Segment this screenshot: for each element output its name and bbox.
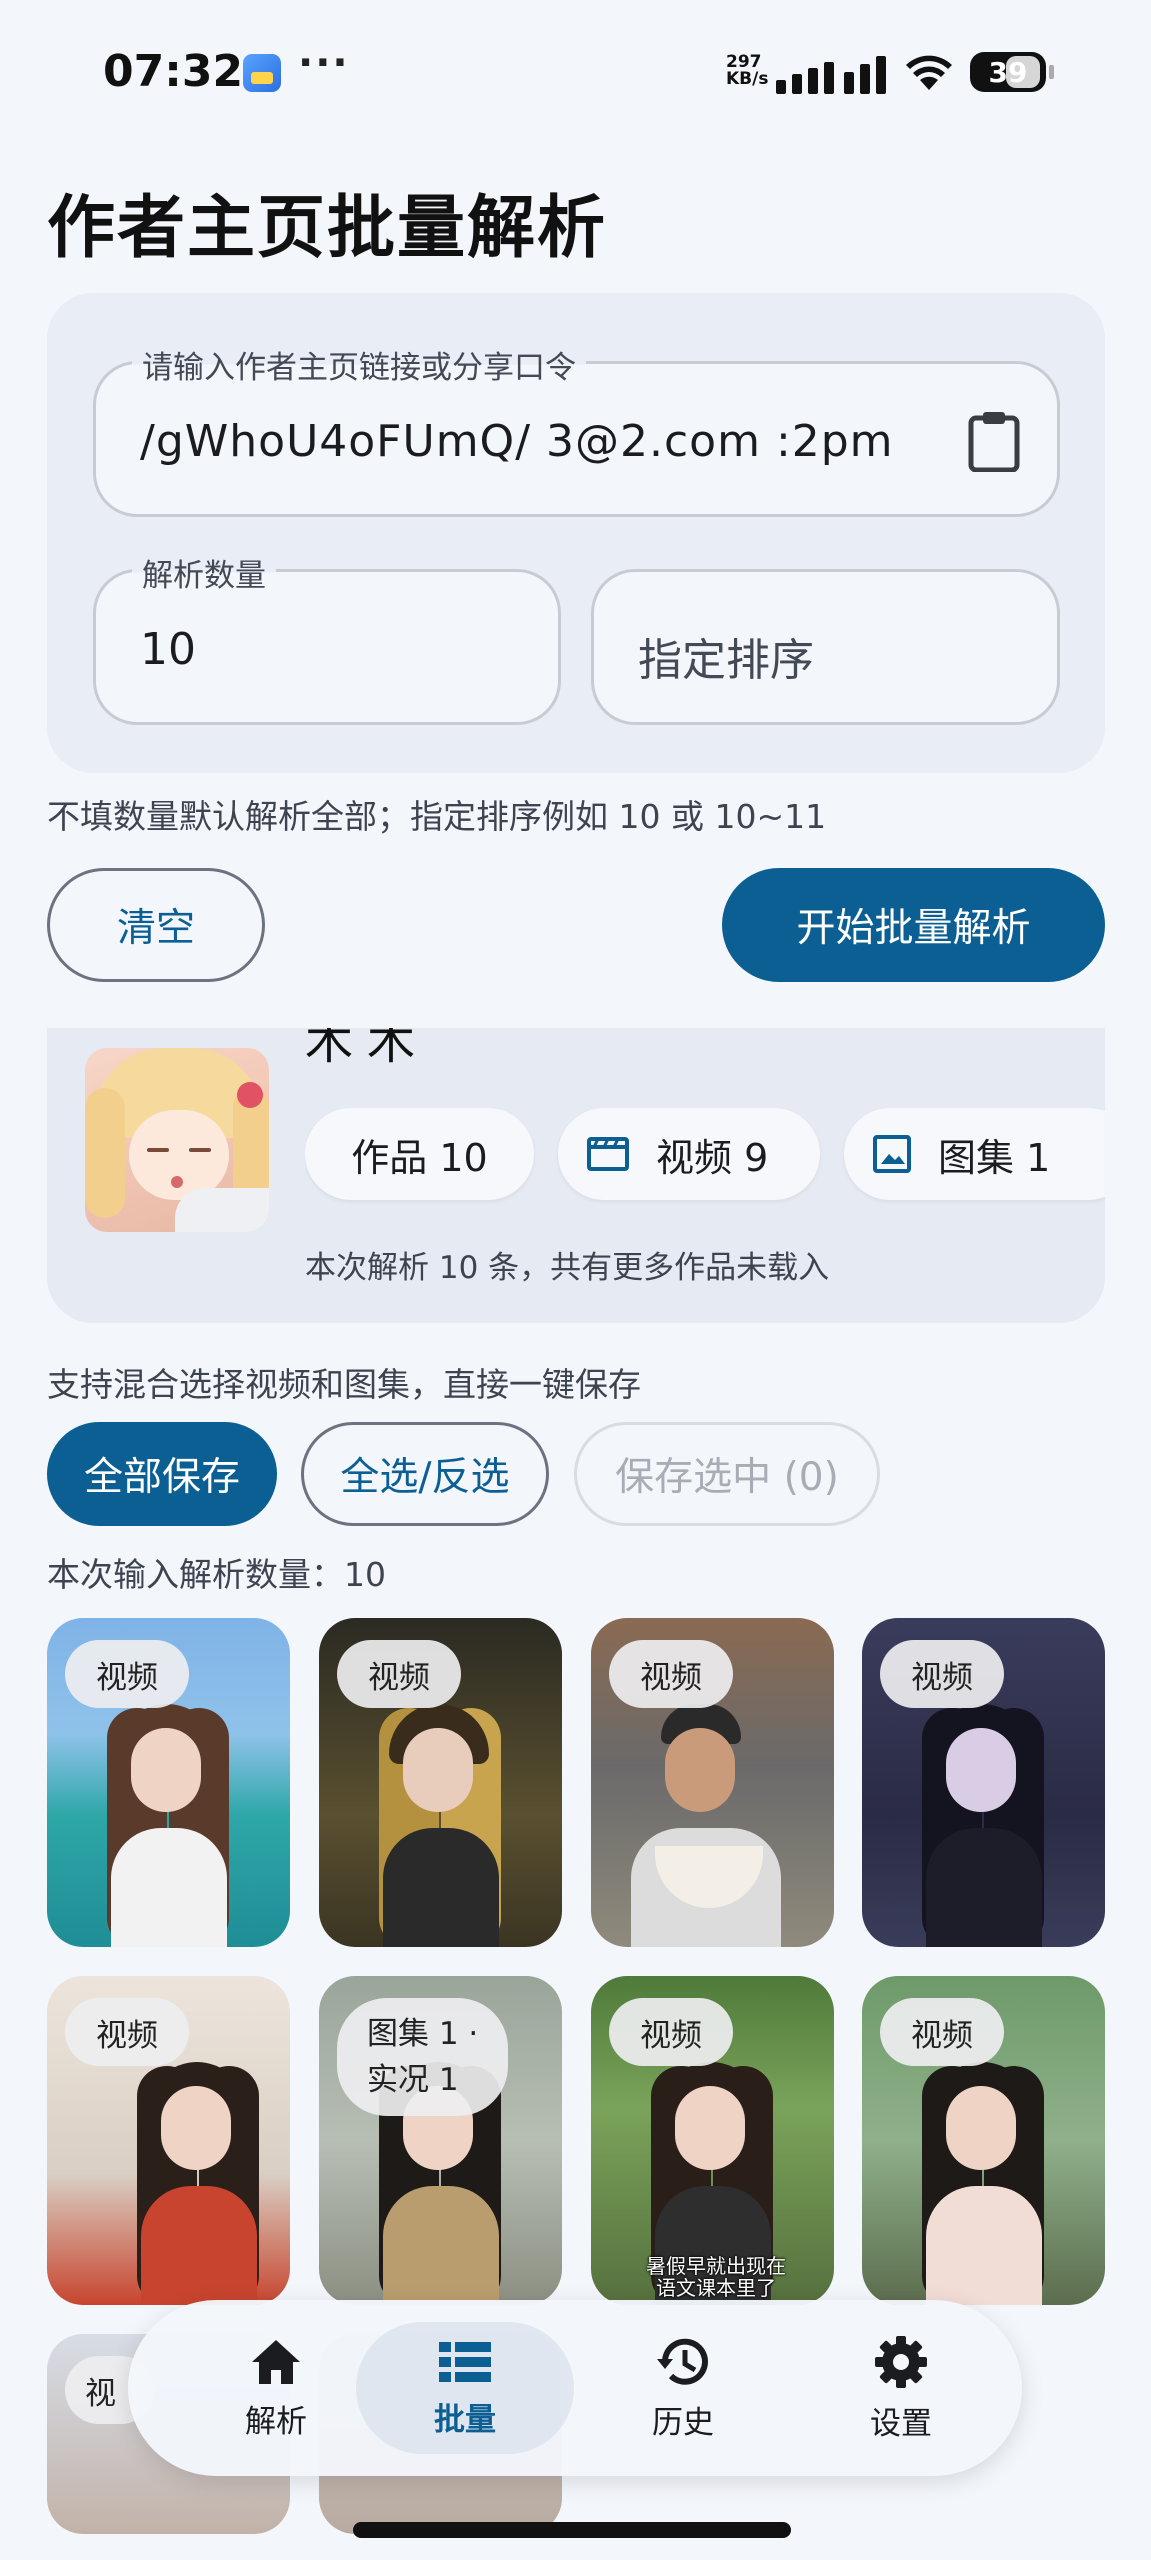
media-tile[interactable]: 视频: [47, 1618, 290, 1947]
parse-count-text: 本次输入解析数量：10: [47, 1555, 386, 1594]
videos-count-chip[interactable]: 视频 9: [558, 1108, 820, 1200]
media-tile[interactable]: 视频: [862, 1618, 1105, 1947]
media-tile[interactable]: 视频: [591, 1618, 834, 1947]
video-caption-line: 暑假早就出现在: [646, 2254, 786, 2278]
link-input-value[interactable]: /gWhoU4oFUmQ/ 3@2.com :2pm: [140, 416, 894, 467]
clipboard-paste-icon[interactable]: [967, 410, 1021, 472]
signal-icon: [776, 54, 888, 94]
media-tile[interactable]: 视频: [862, 1976, 1105, 2305]
works-count-chip[interactable]: 作品 10: [305, 1108, 534, 1200]
media-tile[interactable]: 视频: [319, 1618, 562, 1947]
gear-icon: [875, 2335, 927, 2388]
start-batch-parse-button[interactable]: 开始批量解析: [722, 868, 1105, 982]
media-type-badge-line: 图集 1 ·: [367, 2016, 479, 2052]
count-input-field[interactable]: 解析数量 10: [93, 550, 561, 725]
bottom-navigation: 解析 批量 历史 设置: [128, 2300, 1022, 2476]
wifi-icon: [906, 55, 952, 90]
save-all-button[interactable]: 全部保存: [47, 1422, 277, 1526]
videos-count-label: 视频 9: [656, 1135, 769, 1180]
app-notification-icon: [243, 54, 281, 92]
nav-label: 历史: [652, 2404, 714, 2441]
video-caption: 暑假早就出现在 语文课本里了: [631, 2255, 801, 2299]
order-input-field[interactable]: 指定排序: [591, 569, 1060, 725]
media-tile[interactable]: 视频: [47, 1976, 290, 2305]
network-speed-unit: KB/s: [726, 69, 769, 89]
history-icon: [657, 2338, 708, 2385]
media-type-badge: 视频: [880, 1998, 1004, 2066]
media-tile[interactable]: 图集 1 · 实况 1: [319, 1976, 562, 2305]
gallery-count-chip[interactable]: 图集 1: [844, 1108, 1105, 1200]
media-type-badge: 视频: [65, 1640, 189, 1708]
video-icon: [587, 1137, 629, 1171]
home-indicator[interactable]: [353, 2522, 791, 2538]
page-title: 作者主页批量解析: [47, 189, 608, 268]
media-type-badge: 图集 1 · 实况 1: [337, 1998, 509, 2116]
form-hint: 不填数量默认解析全部；指定排序例如 10 或 10~11: [47, 797, 827, 836]
nav-label: 设置: [870, 2405, 932, 2442]
order-input-placeholder[interactable]: 指定排序: [638, 624, 814, 688]
link-input-label: 请输入作者主页链接或分享口令: [132, 342, 586, 387]
stats-chips[interactable]: 作品 10 视频 9 图集 1: [305, 1108, 1105, 1204]
media-type-badge: 视频: [880, 1640, 1004, 1708]
author-avatar: [85, 1048, 269, 1232]
network-speed: 297 KB/s: [726, 54, 768, 88]
link-input-field[interactable]: 请输入作者主页链接或分享口令 /gWhoU4oFUmQ/ 3@2.com :2p…: [93, 342, 1060, 517]
status-time: 07:32: [103, 46, 244, 97]
nav-label: 解析: [245, 2403, 307, 2440]
video-caption-line: 语文课本里了: [656, 2276, 776, 2300]
media-type-badge: 视频: [609, 1998, 733, 2066]
profile-parse-note: 本次解析 10 条，共有更多作品未载入: [305, 1250, 830, 1286]
author-name: 木木: [305, 1028, 430, 1070]
gallery-count-label: 图集 1: [938, 1135, 1051, 1180]
nav-item-batch[interactable]: 批量: [375, 2300, 555, 2476]
media-type-badge-line: 实况 1: [367, 2062, 459, 2098]
image-icon: [873, 1135, 911, 1173]
select-all-toggle-button[interactable]: 全选/反选: [301, 1422, 549, 1526]
more-notifications-icon: ···: [298, 40, 350, 86]
input-card: 请输入作者主页链接或分享口令 /gWhoU4oFUmQ/ 3@2.com :2p…: [47, 293, 1105, 773]
media-type-badge: 视频: [337, 1640, 461, 1708]
save-selected-button[interactable]: 保存选中 (0): [574, 1422, 880, 1526]
home-icon: [252, 2339, 300, 2384]
nav-item-settings[interactable]: 设置: [811, 2300, 991, 2476]
nav-item-history[interactable]: 历史: [593, 2300, 773, 2476]
clear-button[interactable]: 清空: [47, 868, 265, 982]
battery-level: 39: [988, 56, 1028, 89]
battery-icon: 39: [970, 52, 1054, 92]
count-input-value[interactable]: 10: [140, 624, 196, 675]
media-tile[interactable]: 视频 暑假早就出现在 语文课本里了: [591, 1976, 834, 2305]
nav-item-parse[interactable]: 解析: [186, 2300, 366, 2476]
count-input-label: 解析数量: [132, 550, 276, 595]
works-count-label: 作品 10: [351, 1135, 488, 1180]
media-type-badge: 视频: [65, 1998, 189, 2066]
status-bar: 07:32 ··· 297 KB/s 39: [0, 40, 1151, 110]
selection-hint: 支持混合选择视频和图集，直接一键保存: [47, 1365, 641, 1404]
list-icon: [439, 2341, 491, 2382]
author-profile-card: 木木 作品 10 视频 9 图集 1 本次解析 10 条，共有更多作品未载入: [47, 1028, 1105, 1323]
nav-label: 批量: [434, 2401, 496, 2438]
media-type-badge: 视频: [609, 1640, 733, 1708]
